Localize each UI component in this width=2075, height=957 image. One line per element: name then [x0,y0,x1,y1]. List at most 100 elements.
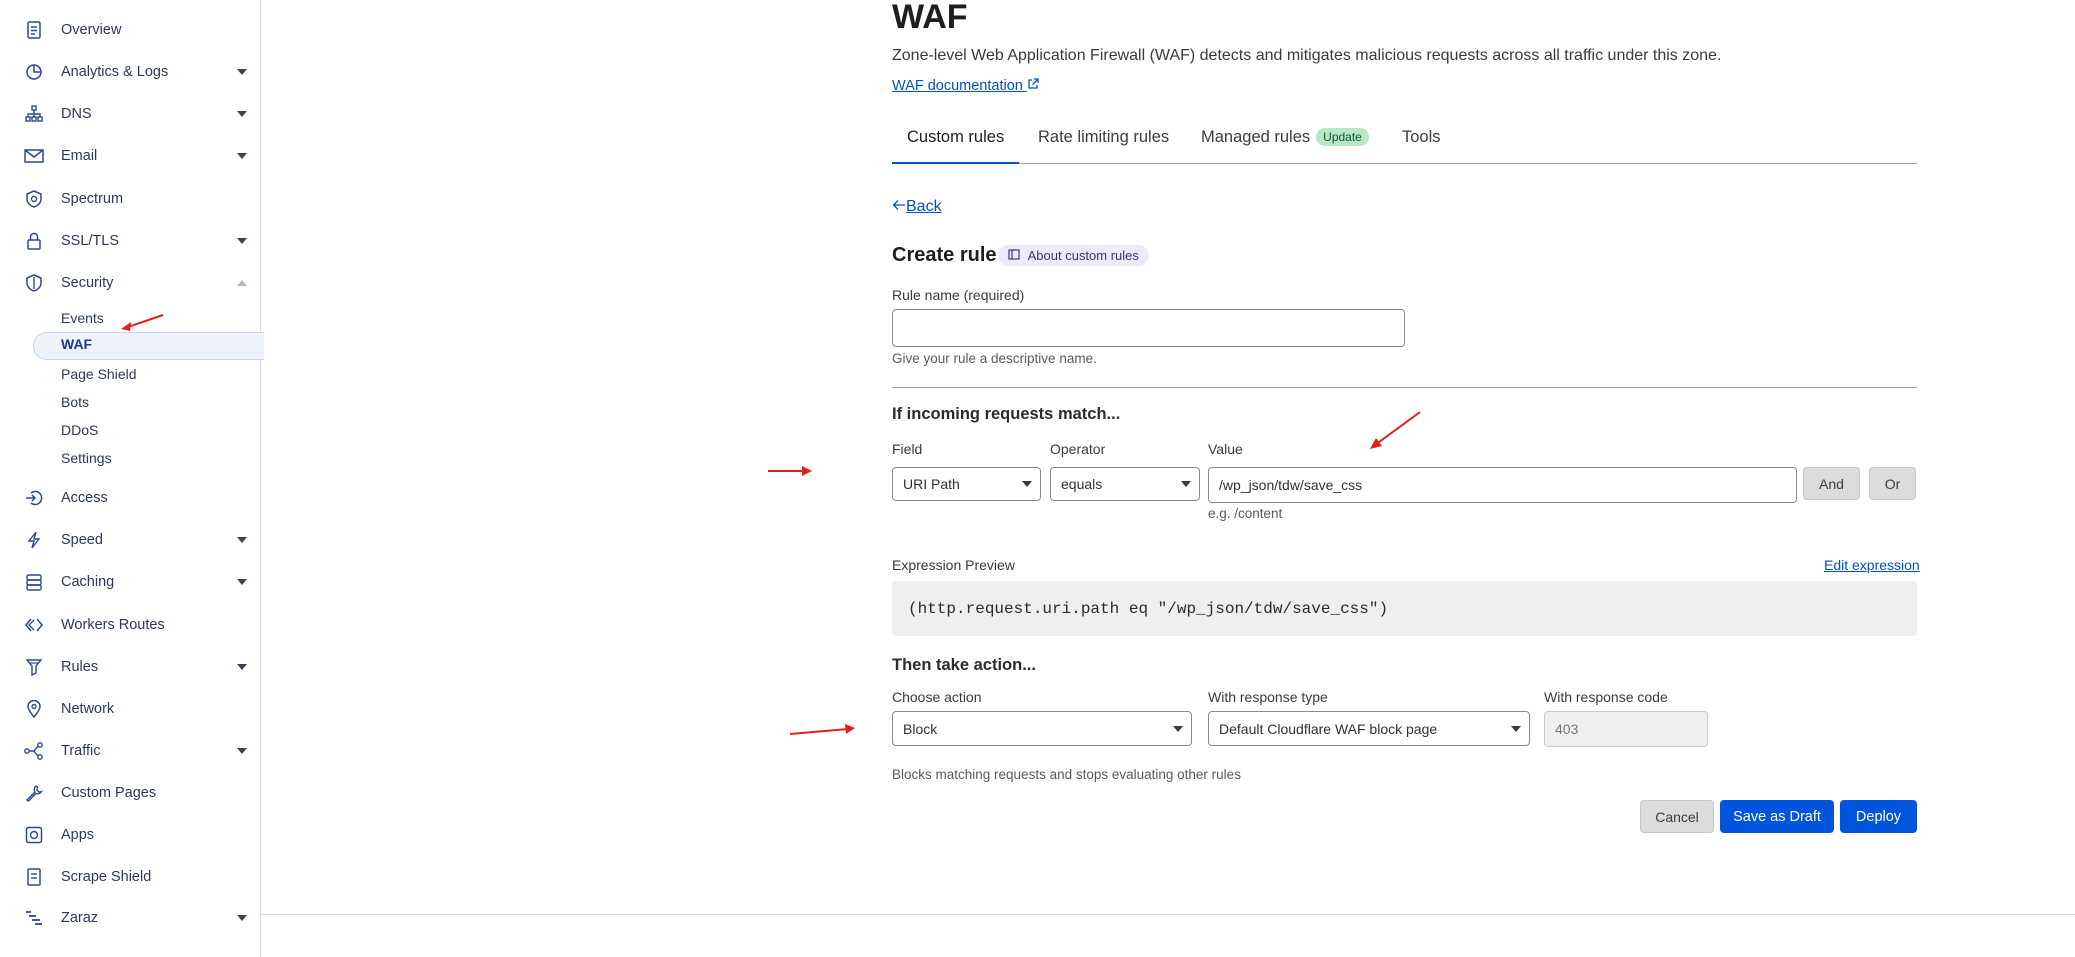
sidebar-item-zaraz[interactable]: Zaraz [0,903,260,933]
diamond-code-icon [24,615,44,635]
chevron-down-icon [237,537,247,543]
sidebar-item-label: Network [61,701,115,717]
sidebar-item-analytics[interactable]: Analytics & Logs [0,57,260,87]
response-type-label: With response type [1208,689,1328,705]
sidebar-item-overview[interactable]: Overview [0,15,260,45]
page-description: Zone-level Web Application Firewall (WAF… [892,47,1722,64]
edit-expression-link[interactable]: Edit expression [1824,557,1920,573]
rule-name-input[interactable] [892,309,1405,347]
deploy-button[interactable]: Deploy [1840,800,1917,833]
expression-preview: (http.request.uri.path eq "/wp_json/tdw/… [892,581,1917,636]
sidebar-item-spectrum[interactable]: Spectrum [0,184,260,214]
sidebar-subitem-waf[interactable]: WAF [33,332,264,360]
action-heading: Then take action... [892,656,1036,674]
chevron-down-icon [237,238,247,244]
annotation-arrow-icon [1370,411,1421,449]
chevron-down-icon [237,915,247,921]
document-icon [24,20,44,40]
sidebar-item-rules[interactable]: Rules [0,652,260,682]
sidebar-item-caching[interactable]: Caching [0,567,260,597]
arrow-left-icon [892,198,906,215]
sidebar-item-ssl-tls[interactable]: SSL/TLS [0,226,260,256]
tab-tools[interactable]: Tools [1402,128,1441,162]
rule-name-label: Rule name (required) [892,287,1025,303]
tab-custom-rules[interactable]: Custom rules [892,128,1020,164]
dropdown-arrow-icon [1181,481,1191,487]
share-nodes-icon [24,741,44,761]
rule-name-help: Give your rule a descriptive name. [892,351,1097,366]
location-pin-icon [24,699,44,719]
sidebar-item-label: Rules [61,659,99,675]
sidebar-subitem-bots[interactable]: Bots [61,391,89,413]
create-rule-heading: Create rule [892,244,997,266]
external-link-icon [1027,78,1039,94]
back-link[interactable]: Back [892,198,942,216]
field-select[interactable]: URI Path [892,467,1041,501]
chevron-down-icon [237,748,247,754]
save-as-draft-button[interactable]: Save as Draft [1720,800,1834,833]
bars-icon [24,908,44,928]
chevron-down-icon [237,111,247,117]
sidebar-item-dns[interactable]: DNS [0,99,260,129]
field-select-value: URI Path [903,476,960,492]
sidebar-item-security[interactable]: Security [0,268,260,298]
sidebar-item-custom-pages[interactable]: Custom Pages [0,778,260,808]
response-type-select[interactable]: Default Cloudflare WAF block page [1208,711,1530,746]
sidebar-item-label: Caching [61,574,115,590]
chevron-down-icon [237,153,247,159]
about-custom-rules-link[interactable]: About custom rules [998,245,1149,266]
sidebar-subitem-page-shield[interactable]: Page Shield [61,363,137,385]
shield-icon [24,273,44,293]
sidebar: Overview Analytics & Logs DNS Email Spec… [0,0,264,957]
dropdown-arrow-icon [1173,725,1183,732]
section-divider [892,387,1917,388]
shield-check-icon [24,189,44,209]
sidebar-subitem-events[interactable]: Events [61,307,104,329]
and-button[interactable]: And [1803,467,1860,500]
database-icon [24,572,44,592]
sidebar-item-label: Speed [61,532,103,548]
page-title: WAF [892,0,968,36]
choose-action-value: Block [903,720,938,737]
lock-icon [24,231,44,251]
sidebar-item-label: Apps [61,827,95,843]
sidebar-item-traffic[interactable]: Traffic [0,736,260,766]
operator-select[interactable]: equals [1050,467,1200,501]
chevron-down-icon [237,69,247,75]
response-code-input[interactable] [1544,711,1708,747]
sidebar-item-apps[interactable]: Apps [0,820,260,850]
sidebar-item-network[interactable]: Network [0,694,260,724]
tab-rate-limiting-rules[interactable]: Rate limiting rules [1038,128,1169,162]
sidebar-item-label: Security [61,275,114,291]
sidebar-item-speed[interactable]: Speed [0,525,260,555]
sidebar-item-email[interactable]: Email [0,141,260,171]
response-type-value: Default Cloudflare WAF block page [1219,720,1438,737]
annotation-arrow-icon [789,724,855,735]
value-label: Value [1208,441,1243,457]
sidebar-item-label: Custom Pages [61,785,157,801]
network-tree-icon [24,104,44,124]
waf-documentation-label: WAF documentation [892,78,1023,94]
or-button[interactable]: Or [1869,467,1916,500]
sidebar-item-label: Zaraz [61,910,99,926]
sidebar-item-scrape-shield[interactable]: Scrape Shield [0,862,260,892]
sidebar-item-label: Analytics & Logs [61,64,169,80]
annotation-arrow-icon [121,314,164,331]
match-heading: If incoming requests match... [892,405,1121,423]
dropdown-arrow-icon [1022,481,1032,487]
value-input[interactable]: /wp_json/tdw/save_css [1208,467,1797,503]
apps-icon [24,825,44,845]
choose-action-select[interactable]: Block [892,711,1192,746]
envelope-icon [24,146,44,166]
cancel-button[interactable]: Cancel [1640,800,1714,833]
annotation-arrow-icon [768,466,812,476]
update-badge: Update [1316,128,1369,146]
value-input-text: /wp_json/tdw/save_css [1219,477,1363,493]
sidebar-item-workers-routes[interactable]: Workers Routes [0,610,260,640]
sidebar-subitem-ddos[interactable]: DDoS [61,419,98,441]
expression-preview-label: Expression Preview [892,557,1015,573]
sidebar-item-access[interactable]: Access [0,483,260,513]
sidebar-subitem-settings[interactable]: Settings [61,447,112,469]
tab-managed-rules[interactable]: Managed rules Update [1201,128,1369,162]
waf-documentation-link[interactable]: WAF documentation [892,78,1039,94]
